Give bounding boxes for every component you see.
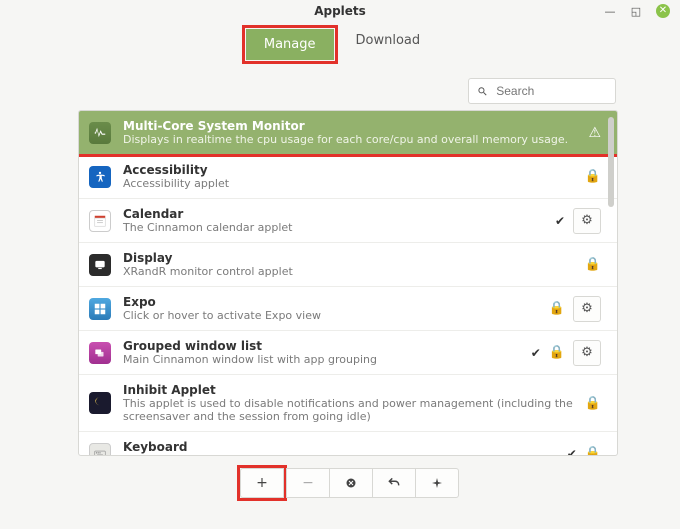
- keyboard-icon: [89, 443, 111, 457]
- accessibility-icon: [89, 166, 111, 188]
- inhibit-icon: [89, 392, 111, 414]
- tab-download[interactable]: Download: [338, 25, 439, 64]
- upgrade-button[interactable]: [415, 468, 459, 498]
- applet-name: Multi-Core System Monitor: [123, 119, 576, 133]
- applet-name: Inhibit Applet: [123, 383, 573, 397]
- list-item-expo[interactable]: Expo Click or hover to activate Expo vie…: [79, 287, 617, 331]
- list-item-inhibit[interactable]: Inhibit Applet This applet is used to di…: [79, 375, 617, 432]
- list-item-grouped[interactable]: Grouped window list Main Cinnamon window…: [79, 331, 617, 375]
- search-icon: [477, 85, 488, 98]
- applet-desc: This applet is used to disable notificat…: [123, 397, 573, 423]
- lock-icon: 🔒: [585, 257, 601, 272]
- close-button[interactable]: ✕: [656, 4, 670, 18]
- lock-icon: 🔒: [585, 396, 601, 411]
- calendar-icon: [89, 210, 111, 232]
- settings-button[interactable]: ⚙: [573, 340, 601, 366]
- lock-icon: 🔒: [585, 446, 601, 456]
- display-icon: [89, 254, 111, 276]
- minimize-button[interactable]: —: [604, 5, 616, 17]
- bottom-toolbar: + −: [78, 465, 618, 501]
- maximize-button[interactable]: ◱: [630, 5, 642, 17]
- lock-icon: 🔒: [549, 345, 565, 360]
- applet-desc: The Cinnamon calendar applet: [123, 221, 543, 234]
- check-icon: ✔: [567, 447, 577, 457]
- undo-button[interactable]: [372, 468, 416, 498]
- highlight-add-button: +: [237, 465, 287, 501]
- applet-name: Display: [123, 251, 573, 265]
- scrollbar[interactable]: [607, 113, 615, 456]
- remove-button[interactable]: −: [286, 468, 330, 498]
- settings-button[interactable]: ⚙: [573, 208, 601, 234]
- check-icon: ✔: [531, 346, 541, 360]
- applet-desc: Click or hover to activate Expo view: [123, 309, 537, 322]
- list-item-display[interactable]: Display XRandR monitor control applet 🔒: [79, 243, 617, 287]
- applet-name: Grouped window list: [123, 339, 519, 353]
- tab-manage[interactable]: Manage: [246, 29, 334, 60]
- window-title: Applets: [314, 4, 366, 18]
- list-item-calendar[interactable]: Calendar The Cinnamon calendar applet ✔ …: [79, 199, 617, 243]
- expo-icon: [89, 298, 111, 320]
- add-button[interactable]: +: [240, 468, 284, 498]
- applet-name: Keyboard: [123, 440, 555, 454]
- list-item-keyboard[interactable]: Keyboard Keyboard layout ✔ 🔒: [79, 432, 617, 456]
- search-input[interactable]: [494, 83, 607, 99]
- settings-button[interactable]: ⚙: [573, 296, 601, 322]
- applet-desc: XRandR monitor control applet: [123, 265, 573, 278]
- lock-icon: 🔒: [585, 169, 601, 184]
- highlight-manage-tab: Manage: [242, 25, 338, 64]
- warning-icon: ⚠: [588, 125, 601, 141]
- applet-name: Expo: [123, 295, 537, 309]
- lock-icon: 🔒: [549, 301, 565, 316]
- titlebar: Applets — ◱ ✕: [0, 0, 680, 21]
- check-icon: ✔: [555, 214, 565, 228]
- monitor-icon: [89, 122, 111, 144]
- applet-desc: Main Cinnamon window list with app group…: [123, 353, 519, 366]
- applet-desc: Accessibility applet: [123, 177, 573, 190]
- applet-name: Calendar: [123, 207, 543, 221]
- applet-desc: Displays in realtime the cpu usage for e…: [123, 133, 576, 146]
- applet-name: Accessibility: [123, 163, 573, 177]
- search-field[interactable]: [468, 78, 616, 104]
- list-item-multi-core[interactable]: Multi-Core System Monitor Displays in re…: [79, 111, 617, 155]
- tab-bar: Manage Download: [0, 25, 680, 64]
- list-item-accessibility[interactable]: Accessibility Accessibility applet 🔒: [79, 155, 617, 199]
- applet-list: Multi-Core System Monitor Displays in re…: [78, 110, 618, 456]
- grouped-icon: [89, 342, 111, 364]
- delete-button[interactable]: [329, 468, 373, 498]
- applet-desc: Keyboard layout: [123, 454, 555, 456]
